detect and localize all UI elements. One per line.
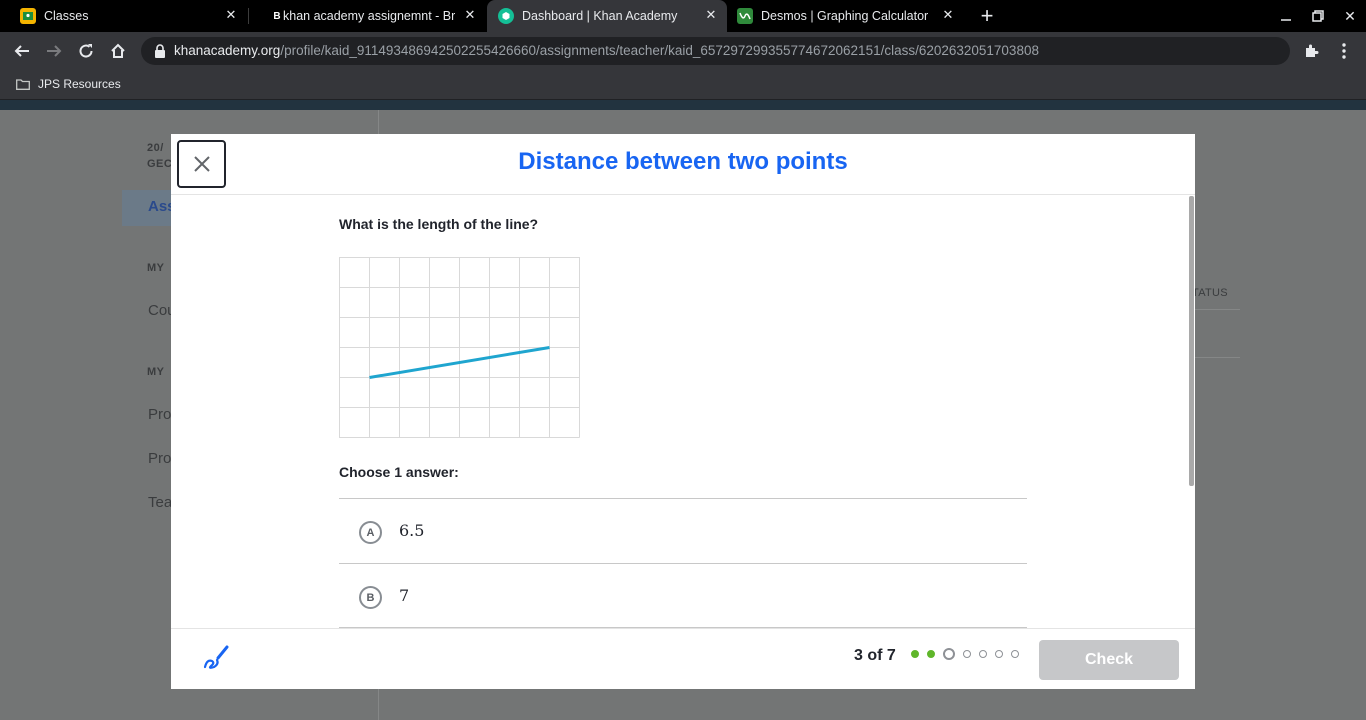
tab-title: Dashboard | Khan Academy (522, 9, 678, 23)
browser-toolbar: khanacademy.org/profile/kaid_91149348694… (0, 32, 1366, 70)
answer-choice-b[interactable]: B 7 (339, 563, 1027, 628)
url-text: khanacademy.org/profile/kaid_91149348694… (174, 43, 1039, 58)
more-menu-icon[interactable] (1333, 40, 1355, 62)
tab-brainly[interactable]: B khan academy assignemnt - Bra ✕ (249, 0, 487, 32)
close-window-icon[interactable]: ✕ (1340, 6, 1360, 26)
khan-academy-icon (498, 8, 514, 24)
tab-title: Classes (44, 9, 89, 23)
home-icon[interactable] (107, 40, 129, 62)
progress-dot (1011, 650, 1019, 658)
choice-text: 7 (399, 586, 410, 605)
progress-text: 3 of 7 (854, 647, 896, 664)
tab-title: Desmos | Graphing Calculator (761, 9, 929, 23)
exercise-title: Distance between two points (518, 148, 848, 175)
sidebar-section-label: MY (147, 262, 165, 274)
sidebar-item-teachers[interactable]: Tea (148, 494, 172, 511)
bookmark-label: JPS Resources (38, 77, 121, 91)
choice-letter: A (359, 521, 382, 544)
modal-footer: 3 of 7 Check (171, 628, 1195, 689)
sidebar-section-label: MY (147, 366, 165, 378)
minimize-icon[interactable] (1276, 6, 1296, 26)
back-icon[interactable] (11, 40, 33, 62)
answer-choice-a[interactable]: A 6.5 (339, 498, 1027, 563)
restore-icon[interactable] (1308, 6, 1328, 26)
course-label: GEC (147, 158, 173, 170)
sidebar-item-profile[interactable]: Pro (148, 406, 171, 423)
tab-dashboard[interactable]: Dashboard | Khan Academy ✕ (487, 0, 727, 32)
extensions-icon[interactable] (1300, 40, 1322, 62)
folder-icon (16, 79, 30, 90)
question-text: What is the length of the line? (339, 216, 539, 232)
status-column-header: TATUS (1192, 287, 1228, 299)
address-bar[interactable]: khanacademy.org/profile/kaid_91149348694… (141, 37, 1290, 65)
close-tab-icon[interactable]: ✕ (222, 6, 240, 24)
progress-dots (909, 648, 1021, 660)
close-tab-icon[interactable]: ✕ (461, 6, 479, 24)
reload-icon[interactable] (75, 40, 97, 62)
progress-dot (911, 650, 919, 658)
bookmarks-bar: JPS Resources (0, 70, 1366, 100)
progress-dot (979, 650, 987, 658)
progress-dot (943, 648, 955, 660)
forward-icon[interactable] (43, 40, 65, 62)
progress-dot (927, 650, 935, 658)
choose-answer-label: Choose 1 answer: (339, 464, 459, 480)
modal-header: Distance between two points (171, 134, 1195, 195)
progress-dot (995, 650, 1003, 658)
tab-desmos[interactable]: Desmos | Graphing Calculator ✕ (727, 0, 967, 32)
sidebar-item-progress[interactable]: Pro (148, 450, 171, 467)
scrollbar[interactable] (1189, 196, 1194, 486)
course-label: 20/ (147, 142, 164, 154)
close-tab-icon[interactable]: ✕ (939, 6, 957, 24)
classroom-icon (20, 8, 36, 24)
close-tab-icon[interactable]: ✕ (702, 6, 720, 24)
progress-dot (963, 650, 971, 658)
site-header (0, 100, 1366, 110)
tab-classes[interactable]: Classes ✕ (0, 0, 248, 32)
lock-icon[interactable] (154, 44, 166, 58)
exercise-modal: Distance between two points What is the … (171, 134, 1195, 689)
grid-graph (339, 257, 580, 438)
check-button[interactable]: Check (1039, 640, 1179, 680)
tab-title: khan academy assignemnt - Bra (283, 9, 455, 23)
scratchpad-pencil-icon[interactable] (201, 643, 231, 673)
choice-letter: B (359, 586, 382, 609)
desmos-icon (737, 8, 753, 24)
tab-strip: Classes ✕ B khan academy assignemnt - Br… (0, 0, 1366, 32)
new-tab-button[interactable]: + (976, 3, 998, 28)
choice-text: 6.5 (399, 521, 425, 540)
